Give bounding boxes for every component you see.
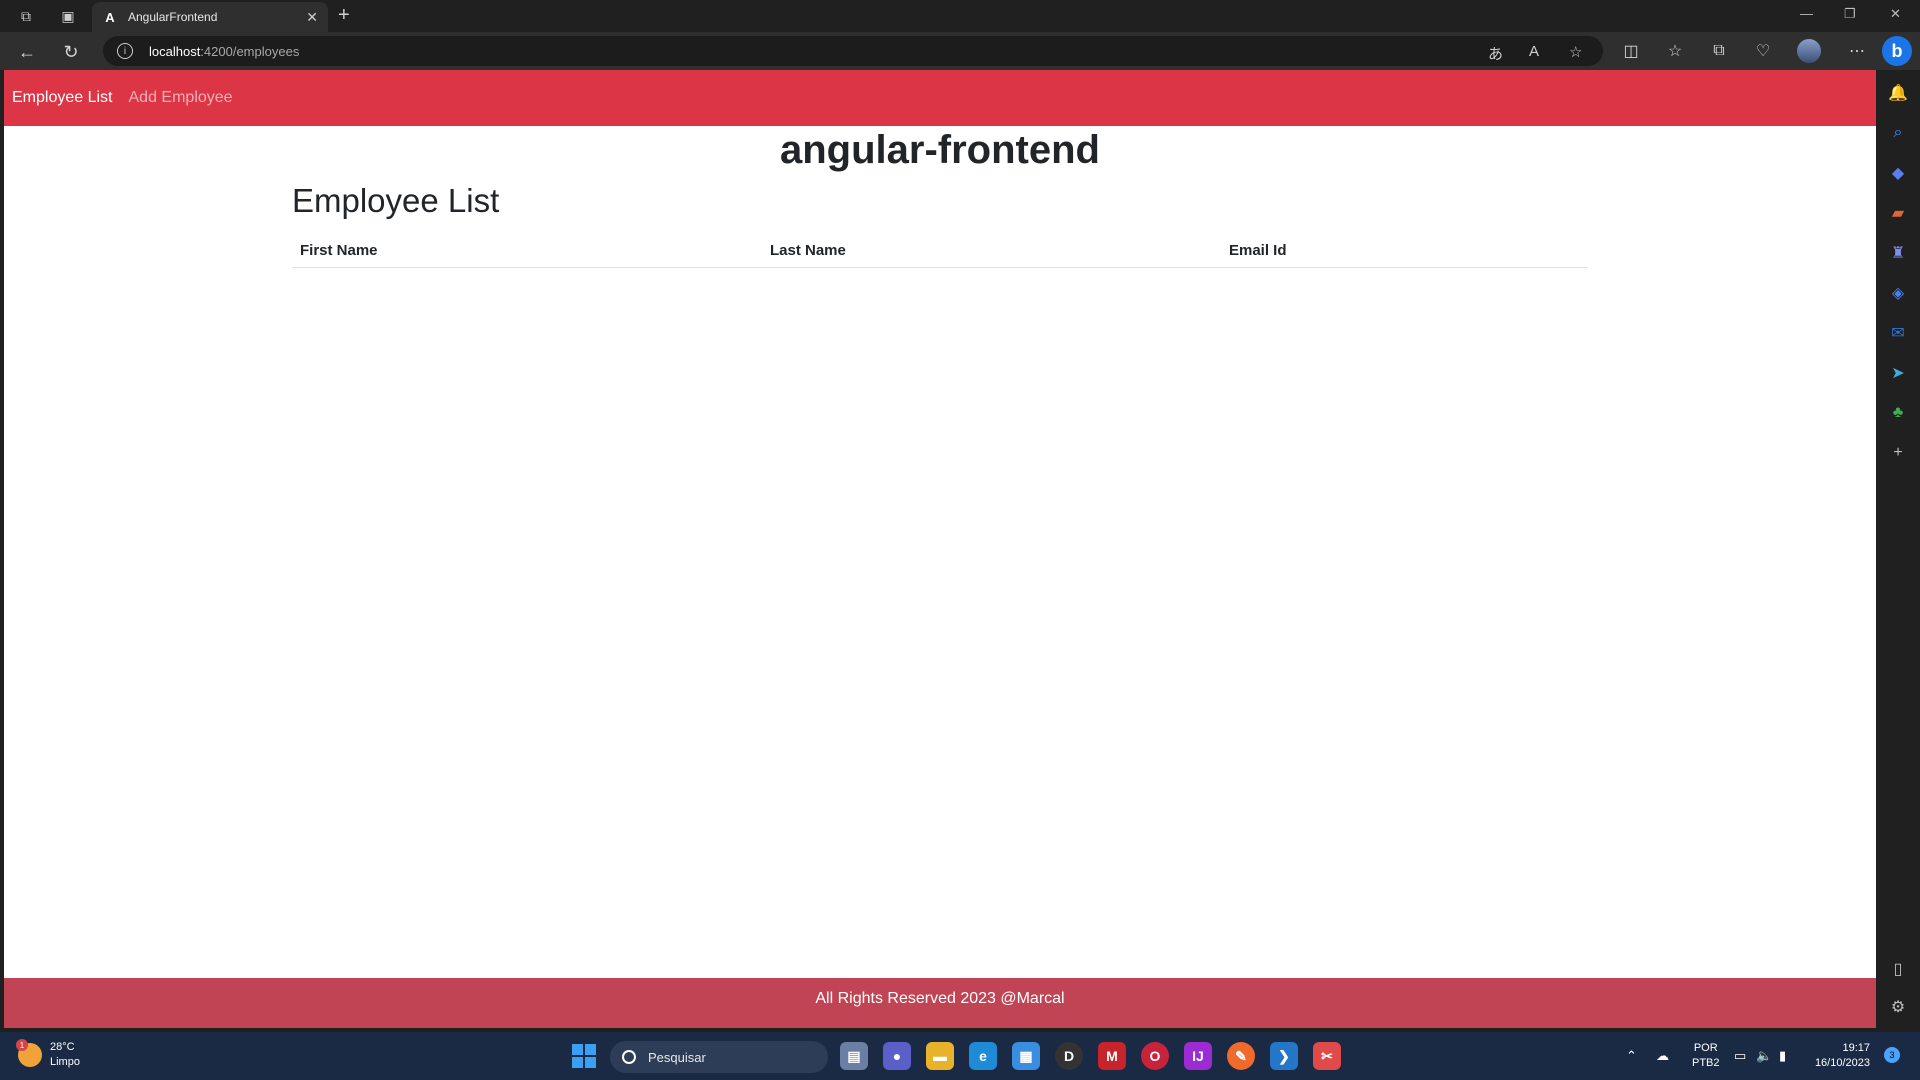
profile-avatar[interactable] <box>1797 39 1821 63</box>
table-header-row: First Name Last Name Email Id <box>292 234 1588 268</box>
weather-widget[interactable]: 1 28°C Limpo <box>16 1039 80 1070</box>
games-icon[interactable]: ♜ <box>1887 242 1909 264</box>
employee-list-container: Employee List First Name Last Name Email… <box>292 182 1588 268</box>
search-icon <box>622 1050 636 1064</box>
tab-title: AngularFrontend <box>128 10 218 24</box>
url-path: :4200/employees <box>200 43 300 59</box>
column-header-email-id: Email Id <box>1221 234 1588 268</box>
windows-taskbar: 1 28°C Limpo Pesquisar ▤ ● ▬ e ▦ D M O I… <box>0 1032 1920 1080</box>
taskbar-search-box[interactable]: Pesquisar <box>610 1041 828 1073</box>
onedrive-cloud-icon[interactable]: ☁ <box>1656 1048 1669 1064</box>
dell-icon[interactable]: D <box>1055 1042 1083 1070</box>
volume-icon[interactable]: 🔈 <box>1756 1048 1772 1064</box>
tree-icon[interactable]: ♣ <box>1887 402 1909 424</box>
performance-icon[interactable]: ♡ <box>1752 40 1774 62</box>
tools-briefcase-icon[interactable]: ▰ <box>1887 202 1909 224</box>
page-heading: Employee List <box>292 182 500 219</box>
drop-icon[interactable]: ➤ <box>1887 362 1909 384</box>
windows-start-icon[interactable] <box>572 1044 596 1068</box>
page-footer: All Rights Reserved 2023 @Marcal <box>4 978 1876 1028</box>
restore-icon[interactable]: ❐ <box>1844 6 1856 22</box>
column-header-first-name: First Name <box>292 234 762 268</box>
office-icon[interactable]: ◈ <box>1887 282 1909 304</box>
postman-icon[interactable]: ✎ <box>1227 1042 1255 1070</box>
split-screen-icon[interactable]: ◫ <box>1620 40 1642 62</box>
teams-chat-icon[interactable]: ● <box>883 1042 911 1070</box>
app-navbar: Employee List Add Employee <box>4 70 1876 126</box>
weather-sun-icon: 1 <box>16 1039 42 1067</box>
shopping-tag-icon[interactable]: ◆ <box>1887 162 1909 184</box>
page-viewport: Employee List Add Employee angular-front… <box>4 70 1876 1028</box>
intellij-icon[interactable]: IJ <box>1184 1042 1212 1070</box>
employee-table: First Name Last Name Email Id <box>292 234 1588 268</box>
battery-icon[interactable]: ▮ <box>1779 1048 1786 1064</box>
outlook-icon[interactable]: ✉ <box>1887 322 1909 344</box>
nav-employee-list-link[interactable]: Employee List <box>12 89 113 107</box>
snipping-tool-icon[interactable]: ✂ <box>1313 1042 1341 1070</box>
url-host: localhost <box>149 43 201 59</box>
vscode-icon[interactable]: ❯ <box>1270 1042 1298 1070</box>
language-code: POR <box>1693 1042 1718 1054</box>
sidebar-search-icon[interactable]: ⌕ <box>1887 122 1909 144</box>
close-tab-icon[interactable]: ✕ <box>306 9 318 26</box>
collections-icon[interactable]: ⧉ <box>1708 40 1730 62</box>
app-title: angular-frontend <box>780 128 1100 172</box>
weather-description: Limpo <box>50 1056 80 1068</box>
more-menu-icon[interactable]: ⋯ <box>1846 40 1868 62</box>
tab-strip: ⧉ ▣ A AngularFrontend ✕ + — ❐ ✕ <box>0 0 1920 32</box>
favorite-star-icon[interactable]: ☆ <box>1569 43 1582 61</box>
microsoft-store-icon[interactable]: ▦ <box>1012 1042 1040 1070</box>
task-view-icon[interactable]: ▤ <box>840 1042 868 1070</box>
language-indicator[interactable]: POR PTB2 <box>1692 1041 1720 1071</box>
clock[interactable]: 19:17 16/10/2023 <box>1810 1041 1870 1071</box>
close-window-icon[interactable]: ✕ <box>1890 6 1901 22</box>
mcafee-icon[interactable]: M <box>1098 1042 1126 1070</box>
refresh-icon[interactable]: ↻ <box>60 41 82 63</box>
new-tab-button[interactable]: + <box>338 4 350 27</box>
keyboard-layout: PTB2 <box>1692 1057 1720 1069</box>
edge-browser-icon[interactable]: e <box>969 1042 997 1070</box>
column-header-last-name: Last Name <box>762 234 1221 268</box>
angular-favicon-icon: A <box>105 9 115 25</box>
edge-sidebar: 🔔 ⌕ ◆ ▰ ♜ ◈ ✉ ➤ ♣ + ▯ ⚙ <box>1876 70 1920 1028</box>
file-explorer-icon[interactable]: ▬ <box>926 1042 954 1070</box>
browser-tab[interactable]: A AngularFrontend ✕ <box>92 2 328 32</box>
network-icon[interactable]: ▭ <box>1734 1048 1746 1064</box>
translate-icon[interactable]: あ <box>1488 43 1503 64</box>
search-placeholder: Pesquisar <box>648 1049 706 1065</box>
clock-date: 16/10/2023 <box>1814 1057 1870 1069</box>
sidebar-settings-gear-icon[interactable]: ⚙ <box>1887 996 1909 1018</box>
hide-sidebar-icon[interactable]: ▯ <box>1887 958 1909 980</box>
workspaces-icon[interactable]: ⧉ <box>16 6 36 26</box>
tray-overflow-chevron-icon[interactable]: ⌃ <box>1626 1048 1637 1064</box>
read-aloud-icon[interactable]: A <box>1529 43 1539 60</box>
back-arrow-icon[interactable]: ← <box>16 41 38 63</box>
clock-time: 19:17 <box>1842 1042 1870 1054</box>
weather-temperature: 28°C <box>50 1041 75 1053</box>
favorites-icon[interactable]: ☆ <box>1664 40 1686 62</box>
opera-icon[interactable]: O <box>1141 1042 1169 1070</box>
weather-badge: 1 <box>16 1039 28 1051</box>
url-field[interactable]: i localhost :4200/employees あ A ☆ <box>103 36 1603 66</box>
notification-count-badge[interactable]: 3 <box>1884 1047 1900 1063</box>
tab-actions-icon[interactable]: ▣ <box>58 6 78 26</box>
nav-add-employee-link[interactable]: Add Employee <box>129 89 233 107</box>
add-sidebar-app-icon[interactable]: + <box>1887 442 1909 464</box>
footer-text: All Rights Reserved 2023 @Marcal <box>815 990 1065 1007</box>
minimize-icon[interactable]: — <box>1800 6 1813 21</box>
bing-copilot-icon[interactable]: b <box>1882 36 1912 66</box>
site-info-icon[interactable]: i <box>117 43 133 59</box>
notifications-bell-icon[interactable]: 🔔 <box>1887 82 1909 104</box>
